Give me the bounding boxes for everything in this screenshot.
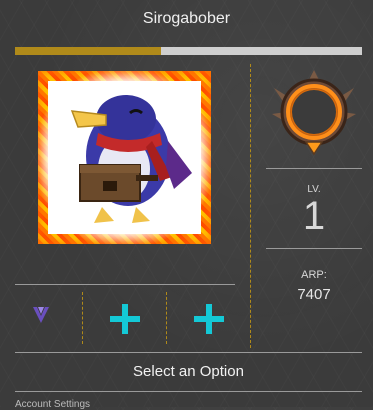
rank-emblem-icon [268, 68, 360, 160]
add-icon [110, 316, 140, 322]
arp-label: ARP: [301, 269, 327, 281]
divider [266, 248, 362, 249]
add-slot-button[interactable] [194, 304, 224, 334]
divider [15, 391, 362, 392]
add-icon [194, 316, 224, 322]
avatar [48, 81, 201, 234]
penguin-avatar-icon [70, 95, 192, 223]
avatar-frame[interactable] [38, 71, 211, 244]
slot-badge[interactable] [28, 302, 54, 328]
level-progress-bar [15, 47, 362, 55]
vertical-divider [250, 64, 251, 348]
arp-value: 7407 [297, 286, 331, 303]
level-value: 1 [302, 194, 326, 238]
level-progress-fill [15, 47, 161, 55]
add-slot-button[interactable] [110, 304, 140, 334]
divider [266, 168, 362, 169]
slot-divider [166, 292, 167, 344]
divider [15, 284, 235, 285]
account-settings-item[interactable]: Account Settings [15, 399, 90, 410]
username: Sirogabober [142, 10, 231, 27]
purple-chevron-badge-icon [33, 307, 49, 323]
slot-divider [82, 292, 83, 344]
select-option-button[interactable]: Select an Option [15, 353, 362, 391]
